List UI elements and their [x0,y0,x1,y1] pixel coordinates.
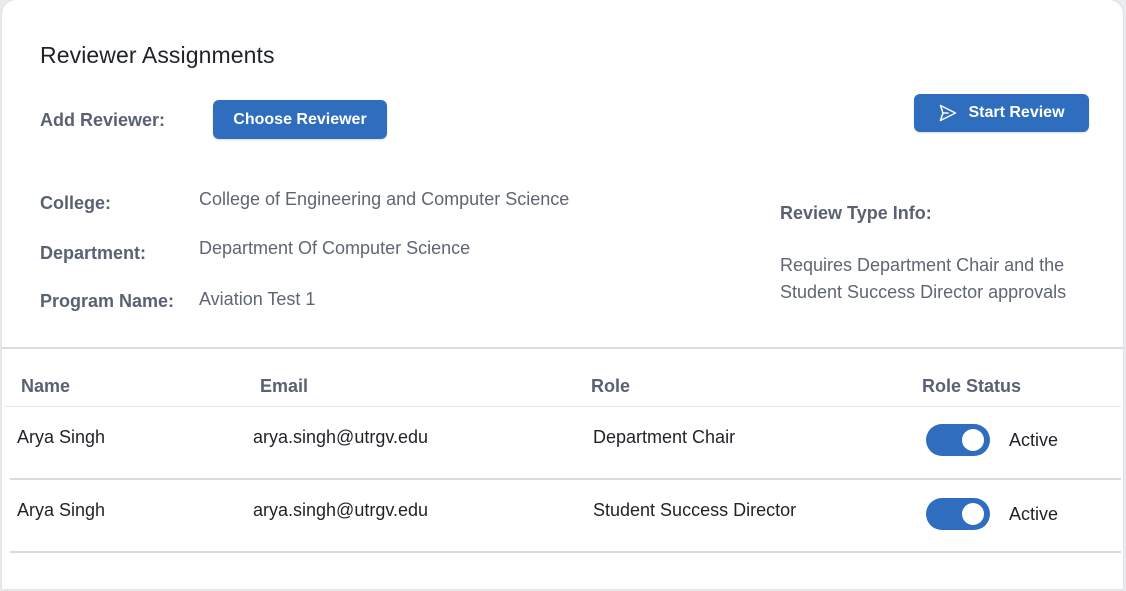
table-bottom-divider [10,551,1121,553]
review-type-info-line-1: Requires Department Chair and the [780,255,1065,275]
reviewer-assignments-card: Reviewer Assignments Add Reviewer: Choos… [2,0,1123,589]
column-header-name: Name [21,376,71,396]
choose-reviewer-button[interactable]: Choose Reviewer [213,100,387,139]
start-review-button[interactable]: Start Review [914,94,1089,132]
row-email: arya.singh@utrgv.edu [253,427,429,447]
college-value: College of Engineering and Computer Scie… [199,189,570,209]
role-status-toggle[interactable] [926,424,990,456]
toggle-knob [962,503,984,525]
review-type-info-line-2: Student Success Director approvals [780,282,1067,302]
choose-reviewer-button-label: Choose Reviewer [233,110,367,128]
page-title: Reviewer Assignments [40,42,275,68]
column-header-role-status: Role Status [922,376,1022,396]
department-value: Department Of Computer Science [199,238,471,258]
review-type-info-label: Review Type Info: [780,203,932,223]
role-status-text: Active [1009,504,1059,524]
add-reviewer-label: Add Reviewer: [40,110,166,130]
department-label: Department: [40,243,147,263]
college-label: College: [40,193,112,213]
start-review-button-label: Start Review [968,104,1065,121]
toggle-knob [962,429,984,451]
section-divider [2,347,1123,349]
send-icon [938,103,958,123]
row-name: Arya Singh [17,427,106,447]
header-row-divider [4,406,1121,407]
role-status-text: Active [1009,430,1059,450]
row-role: Student Success Director [593,500,797,520]
row-name: Arya Singh [17,500,106,520]
role-status-toggle[interactable] [926,498,990,530]
program-name-value: Aviation Test 1 [199,289,316,309]
row-divider [10,478,1121,480]
row-role: Department Chair [593,427,736,447]
column-header-email: Email [260,376,309,396]
program-name-label: Program Name: [40,291,175,311]
row-email: arya.singh@utrgv.edu [253,500,429,520]
column-header-role: Role [591,376,631,396]
